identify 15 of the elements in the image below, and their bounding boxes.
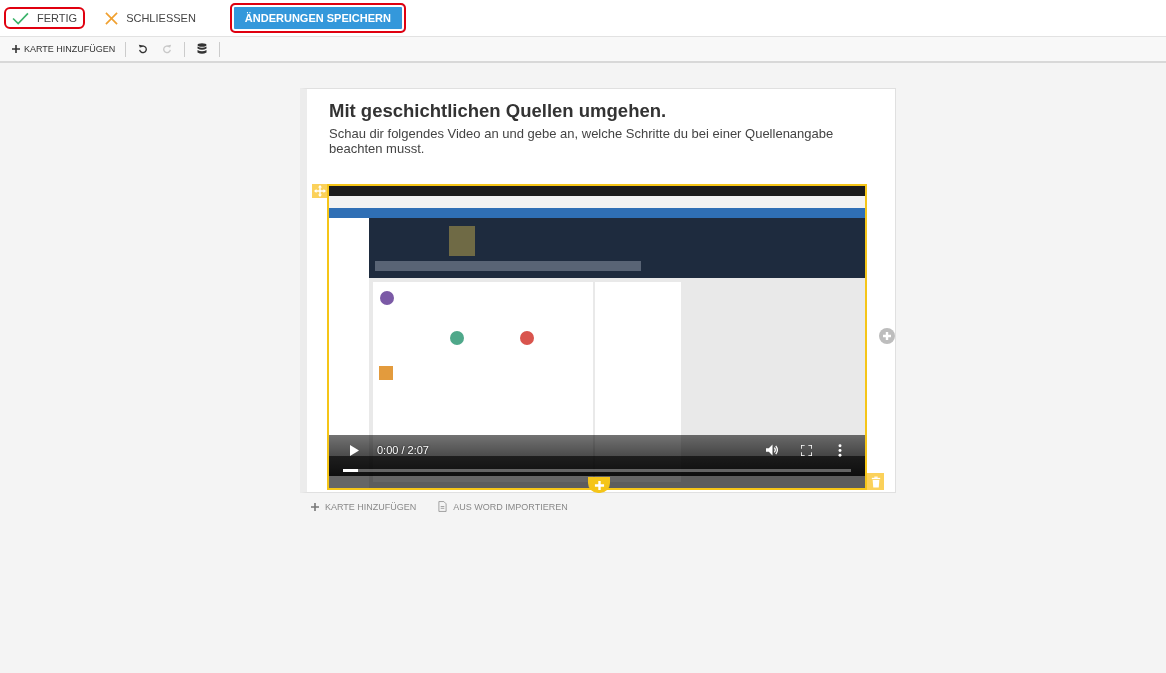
- plus-icon: [311, 502, 319, 511]
- add-card-button[interactable]: KARTE HINZUFÜGEN: [12, 44, 116, 54]
- document-icon: [438, 501, 448, 512]
- close-button[interactable]: SCHLIESSEN: [97, 7, 204, 29]
- card-title: Mit geschichtlichen Quellen umgehen.: [329, 100, 668, 122]
- video-player[interactable]: 0:00 / 2:07: [327, 184, 867, 490]
- progress-bar[interactable]: [343, 469, 851, 472]
- card-text: Schau dir folgendes Video an und gebe an, welche Schritte du bei einer Quellenangabe beachten musst.: [329, 126, 835, 156]
- plus-icon: [12, 45, 20, 53]
- done-button[interactable]: FERTIG: [4, 7, 86, 29]
- video-time: 0:00 / 2:07: [377, 444, 429, 456]
- play-icon: [349, 444, 359, 456]
- close-icon: [105, 11, 119, 25]
- check-icon: [12, 11, 29, 25]
- database-icon[interactable]: [195, 41, 210, 57]
